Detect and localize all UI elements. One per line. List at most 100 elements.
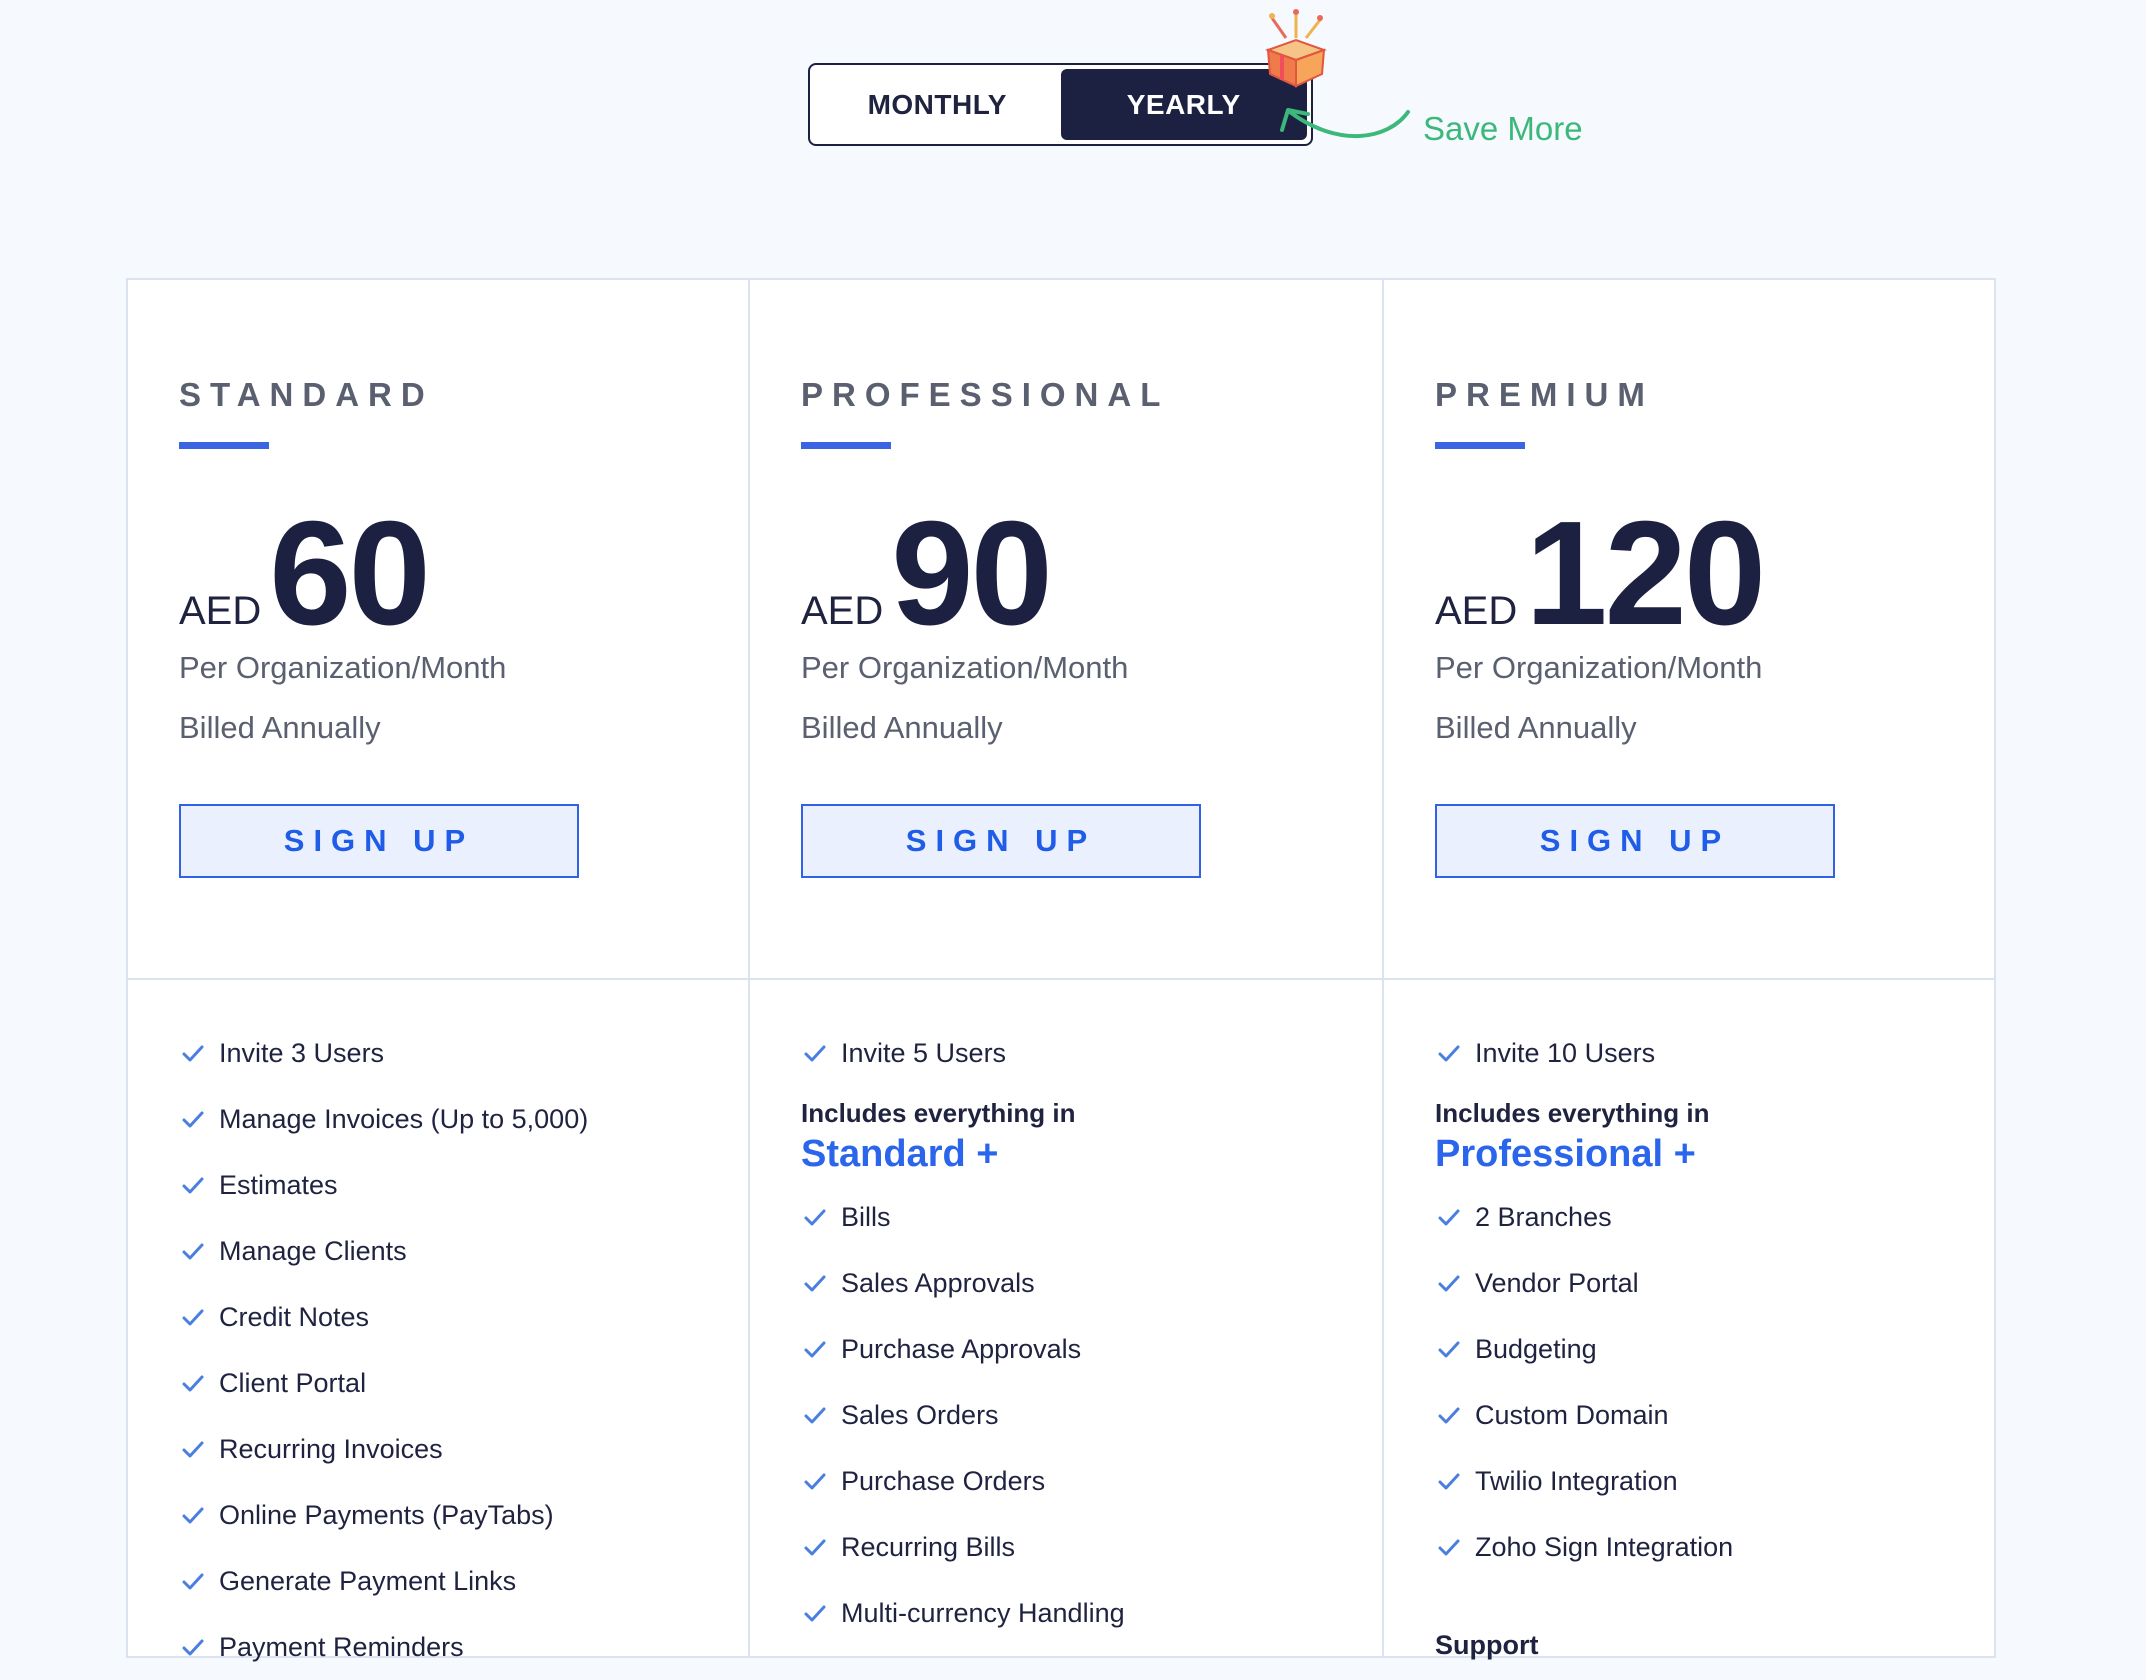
price: AED 90 xyxy=(801,491,1053,656)
check-icon xyxy=(182,1441,204,1458)
check-icon xyxy=(182,1243,204,1260)
feature-label: Generate Payment Links xyxy=(219,1565,517,1596)
plan-professional: PROFESSIONAL AED 90 Per Organization/Mon… xyxy=(748,280,1382,1656)
curved-arrow-icon xyxy=(1280,108,1410,139)
billing-toggle[interactable]: MONTHLY YEARLY xyxy=(808,63,1313,146)
feature-label: Multi-currency Handling xyxy=(841,1597,1125,1628)
plan-standard: STANDARD AED 60 Per Organization/Month B… xyxy=(128,280,748,1662)
check-icon xyxy=(804,1045,826,1062)
price-currency: AED xyxy=(1435,589,1518,633)
feature-label: Recurring Invoices xyxy=(219,1433,443,1464)
check-icon xyxy=(182,1507,204,1524)
feature-item: Manage Clients xyxy=(179,1218,748,1284)
plan-name: STANDARD xyxy=(179,376,434,413)
feature-item: Custom Domain xyxy=(1435,1382,1994,1448)
check-icon xyxy=(1438,1539,1460,1556)
feature-label: Manage Invoices (Up to 5,000) xyxy=(219,1103,589,1134)
monthly-option[interactable]: MONTHLY xyxy=(814,69,1061,140)
gift-box-icon xyxy=(1265,9,1327,88)
price-currency: AED xyxy=(801,589,884,633)
feature-label: Sales Approvals xyxy=(841,1267,1035,1298)
save-more-label: Save More xyxy=(1423,110,1583,147)
plan-name-underline xyxy=(179,442,269,449)
billing-note: Billed Annually xyxy=(1435,710,1637,745)
feature-item: Payment Reminders xyxy=(179,1614,748,1680)
feature-list: Invite 10 Users Includes everything in P… xyxy=(1384,980,1994,1661)
feature-item: Budgeting xyxy=(1435,1316,1994,1382)
price-currency: AED xyxy=(179,589,262,633)
check-icon xyxy=(804,1209,826,1226)
price: AED 60 xyxy=(179,500,431,648)
feature-item: Manage Invoices (Up to 5,000) xyxy=(179,1086,748,1152)
check-icon xyxy=(1438,1045,1460,1062)
includes-text: Includes everything in xyxy=(1435,1098,1710,1128)
sign-up-button[interactable]: SIGN UP xyxy=(1435,804,1835,878)
feature-label: Purchase Approvals xyxy=(841,1333,1082,1364)
price-period: Per Organization/Month xyxy=(1435,650,1763,685)
check-icon xyxy=(182,1111,204,1128)
feature-item: Purchase Orders xyxy=(801,1448,1382,1514)
feature-item: Recurring Bills xyxy=(801,1514,1382,1580)
feature-item: Invite 10 Users xyxy=(1435,1020,1994,1086)
plan-name-underline xyxy=(1435,442,1525,449)
price: AED 120 xyxy=(1435,500,1766,648)
check-icon xyxy=(182,1573,204,1590)
feature-label: Credit Notes xyxy=(219,1301,370,1332)
feature-label: Vendor Portal xyxy=(1475,1267,1639,1298)
plan-name: PROFESSIONAL xyxy=(801,376,1170,413)
check-icon xyxy=(182,1375,204,1392)
feature-label: 2 Branches xyxy=(1475,1201,1612,1232)
check-icon xyxy=(804,1341,826,1358)
check-icon xyxy=(1438,1473,1460,1490)
feature-item: Multi-currency Handling xyxy=(801,1580,1382,1646)
includes-block: Includes everything in Professional + xyxy=(1435,1098,1994,1176)
plan-name: PREMIUM xyxy=(1435,376,1654,413)
feature-label: Estimates xyxy=(219,1169,338,1200)
feature-item: Online Payments (PayTabs) xyxy=(179,1482,748,1548)
sign-up-button[interactable]: SIGN UP xyxy=(801,804,1201,878)
includes-text: Includes everything in xyxy=(801,1098,1076,1128)
plan-name-underline xyxy=(801,442,891,449)
check-icon xyxy=(804,1473,826,1490)
feature-item: Credit Notes xyxy=(179,1284,748,1350)
feature-item: Client Portal xyxy=(179,1350,748,1416)
support-heading: Support xyxy=(1435,1630,1539,1660)
feature-item: Sales Approvals xyxy=(801,1250,1382,1316)
check-icon xyxy=(1438,1341,1460,1358)
feature-item: Zoho Sign Integration xyxy=(1435,1514,1994,1580)
check-icon xyxy=(1438,1407,1460,1424)
feature-label: Online Payments (PayTabs) xyxy=(219,1499,554,1530)
feature-item: Bills xyxy=(801,1184,1382,1250)
check-icon xyxy=(182,1045,204,1062)
check-icon xyxy=(182,1639,204,1656)
feature-label: Invite 3 Users xyxy=(219,1037,385,1068)
feature-label: Custom Domain xyxy=(1475,1399,1669,1430)
includes-plan: Standard + xyxy=(801,1133,999,1175)
feature-item: Estimates xyxy=(179,1152,748,1218)
billing-note: Billed Annually xyxy=(801,710,1003,745)
feature-label: Invite 10 Users xyxy=(1475,1037,1656,1068)
sign-up-button[interactable]: SIGN UP xyxy=(179,804,579,878)
feature-item: Purchase Approvals xyxy=(801,1316,1382,1382)
feature-label: Sales Orders xyxy=(841,1399,999,1430)
feature-item: Twilio Integration xyxy=(1435,1448,1994,1514)
feature-list: Invite 3 Users Manage Invoices (Up to 5,… xyxy=(128,980,748,1680)
feature-label: Twilio Integration xyxy=(1475,1465,1678,1496)
check-icon xyxy=(1438,1275,1460,1292)
feature-label: Client Portal xyxy=(219,1367,367,1398)
feature-item: Invite 3 Users xyxy=(179,1020,748,1086)
feature-label: Payment Reminders xyxy=(219,1631,464,1662)
check-icon xyxy=(182,1177,204,1194)
check-icon xyxy=(804,1605,826,1622)
check-icon xyxy=(804,1275,826,1292)
price-amount: 90 xyxy=(891,491,1053,656)
feature-label: Bills xyxy=(841,1201,891,1232)
pricing-plans: STANDARD AED 60 Per Organization/Month B… xyxy=(126,278,1996,1662)
feature-item: Invite 5 Users xyxy=(801,1020,1382,1086)
feature-item: Vendor Portal xyxy=(1435,1250,1994,1316)
feature-item: Generate Payment Links xyxy=(179,1548,748,1614)
plan-premium: PREMIUM AED 120 Per Organization/Month B… xyxy=(1382,280,1994,1660)
feature-label: Purchase Orders xyxy=(841,1465,1046,1496)
feature-label: Invite 5 Users xyxy=(841,1037,1007,1068)
includes-plan: Professional + xyxy=(1435,1133,1696,1175)
